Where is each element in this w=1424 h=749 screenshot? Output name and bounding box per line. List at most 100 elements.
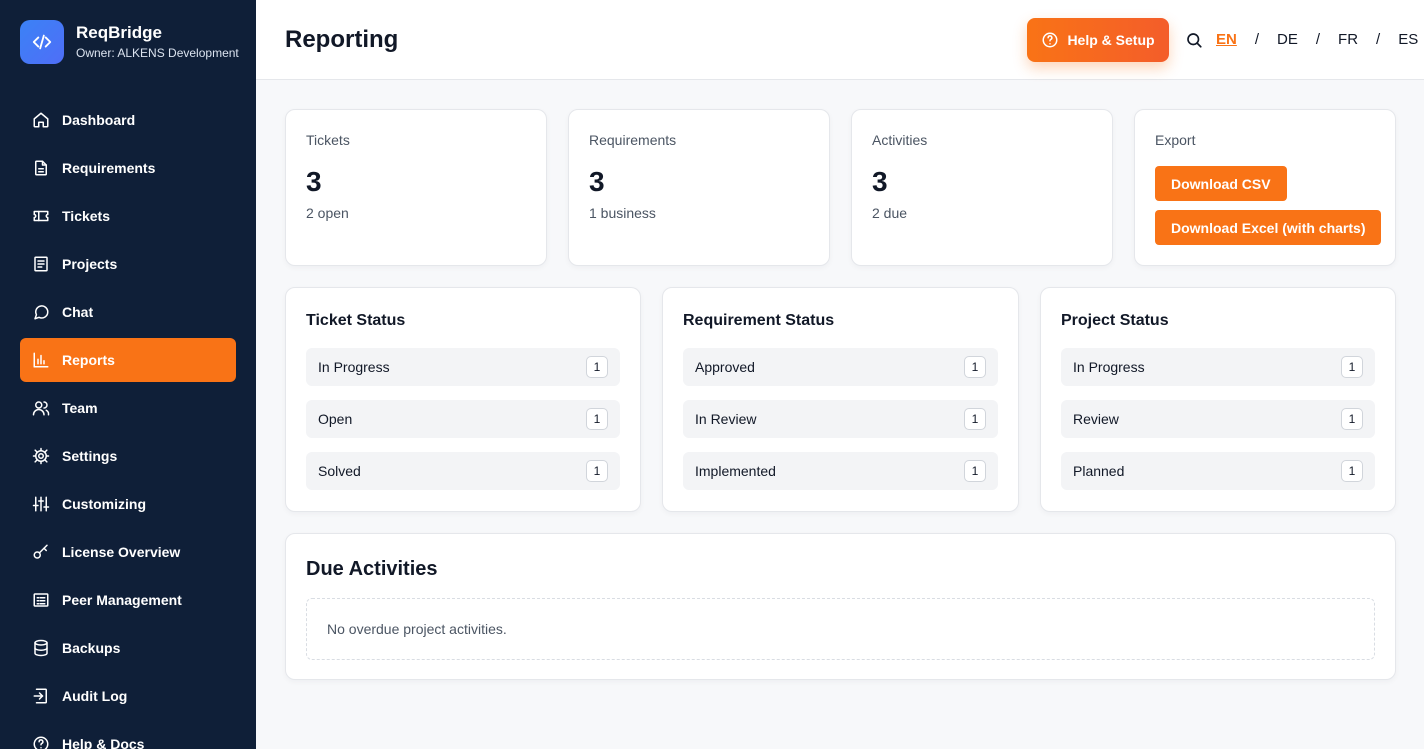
status-row: In Progress 1 [306, 348, 620, 386]
sidebar-item-label: Team [62, 400, 98, 416]
status-name: In Progress [1073, 359, 1145, 375]
sidebar-item-requirements[interactable]: Requirements [20, 146, 236, 190]
list-icon [32, 255, 50, 273]
status-count-badge: 1 [1341, 356, 1363, 378]
document-icon [32, 159, 50, 177]
stat-label: Activities [872, 132, 928, 148]
brand-owner: Owner: ALKENS Development [76, 46, 239, 60]
sidebar-item-help-docs[interactable]: Help & Docs [20, 722, 236, 749]
page-title: Reporting [285, 26, 399, 53]
status-name: Open [318, 411, 353, 427]
sidebar-item-customizing[interactable]: Customizing [20, 482, 236, 526]
sidebar-item-label: Projects [62, 256, 118, 272]
sidebar-item-label: Help & Docs [62, 736, 145, 749]
status-name: In Progress [318, 359, 390, 375]
stat-sub: 2 open [306, 205, 349, 221]
sidebar-item-label: Tickets [62, 208, 110, 224]
sidebar-item-projects[interactable]: Projects [20, 242, 236, 286]
language-fr[interactable]: FR [1338, 31, 1358, 48]
download-excel-button[interactable]: Download Excel (with charts) [1155, 210, 1382, 245]
sidebar-item-label: Audit Log [62, 688, 128, 704]
status-row: Approved 1 [683, 348, 998, 386]
language-de[interactable]: DE [1277, 31, 1298, 48]
sidebar-item-peer-management[interactable]: Peer Management [20, 578, 236, 622]
export-card: Export Download CSV Download Excel (with… [1134, 109, 1396, 266]
brand[interactable]: ReqBridge Owner: ALKENS Development [20, 20, 239, 64]
stat-value: 3 [306, 166, 322, 197]
help-circle-icon [32, 735, 50, 749]
status-count-badge: 1 [586, 356, 608, 378]
status-count-badge: 1 [1341, 408, 1363, 430]
sidebar-item-reports[interactable]: Reports [20, 338, 236, 382]
status-row: In Review 1 [683, 400, 998, 438]
card-title: Project Status [1061, 312, 1169, 329]
search-icon[interactable] [1185, 31, 1203, 49]
help-circle-icon [1041, 31, 1059, 49]
status-count-badge: 1 [586, 460, 608, 482]
status-count-badge: 1 [964, 408, 986, 430]
download-csv-button[interactable]: Download CSV [1155, 166, 1287, 201]
status-row: Planned 1 [1061, 452, 1375, 490]
status-row: Open 1 [306, 400, 620, 438]
status-count-badge: 1 [1341, 460, 1363, 482]
status-count-badge: 1 [964, 460, 986, 482]
code-icon [20, 20, 64, 64]
chat-icon [32, 303, 50, 321]
sidebar-nav: Dashboard Requirements Tickets Projects … [20, 98, 236, 749]
database-icon [32, 639, 50, 657]
status-name: Approved [695, 359, 755, 375]
stat-value: 3 [872, 166, 888, 197]
status-count-badge: 1 [964, 356, 986, 378]
tickets-stat-card: Tickets 3 2 open [285, 109, 547, 266]
sidebar-item-backups[interactable]: Backups [20, 626, 236, 670]
sidebar-item-label: Reports [62, 352, 115, 368]
brand-name: ReqBridge [76, 23, 162, 42]
sidebar-item-label: Customizing [62, 496, 146, 512]
sidebar-item-dashboard[interactable]: Dashboard [20, 98, 236, 142]
bar-chart-icon [32, 351, 50, 369]
export-label: Export [1155, 132, 1196, 148]
requirements-stat-card: Requirements 3 1 business [568, 109, 830, 266]
sidebar-item-label: Settings [62, 448, 118, 464]
status-row: Implemented 1 [683, 452, 998, 490]
activities-stat-card: Activities 3 2 due [851, 109, 1113, 266]
sidebar-item-label: License Overview [62, 544, 181, 560]
status-name: In Review [695, 411, 757, 427]
status-row: Review 1 [1061, 400, 1375, 438]
status-row: In Progress 1 [1061, 348, 1375, 386]
sidebar-item-tickets[interactable]: Tickets [20, 194, 236, 238]
stat-label: Requirements [589, 132, 677, 148]
language-separator: / [1254, 31, 1260, 48]
language-es[interactable]: ES [1398, 31, 1418, 48]
sidebar-item-settings[interactable]: Settings [20, 434, 236, 478]
sidebar-item-label: Dashboard [62, 112, 136, 128]
help-setup-button[interactable]: Help & Setup [1027, 18, 1169, 62]
language-separator: / [1376, 31, 1381, 48]
sidebar-item-label: Backups [62, 640, 121, 656]
due-activities-card: Due Activities No overdue project activi… [285, 533, 1396, 680]
key-icon [32, 543, 50, 561]
sidebar-item-label: Requirements [62, 160, 156, 176]
status-name: Planned [1073, 463, 1125, 479]
card-title: Due Activities [306, 558, 438, 580]
sidebar-item-team[interactable]: Team [20, 386, 236, 430]
users-icon [32, 399, 50, 417]
gear-icon [32, 447, 50, 465]
language-switcher: EN / DE / FR / ES [1216, 31, 1418, 48]
card-title: Requirement Status [683, 312, 835, 329]
sidebar-item-chat[interactable]: Chat [20, 290, 236, 334]
status-name: Review [1073, 411, 1119, 427]
card-title: Ticket Status [306, 312, 406, 329]
stat-label: Tickets [306, 132, 350, 148]
log-in-icon [32, 687, 50, 705]
home-icon [32, 111, 50, 129]
top-bar: Reporting Help & Setup EN / DE / FR / ES [256, 0, 1424, 80]
empty-state: No overdue project activities. [306, 598, 1375, 660]
status-row: Solved 1 [306, 452, 620, 490]
status-count-badge: 1 [586, 408, 608, 430]
language-en[interactable]: EN [1216, 31, 1237, 48]
stat-sub: 1 business [589, 205, 656, 221]
sidebar-item-audit-log[interactable]: Audit Log [20, 674, 236, 718]
status-name: Implemented [695, 463, 776, 479]
sidebar-item-license-overview[interactable]: License Overview [20, 530, 236, 574]
